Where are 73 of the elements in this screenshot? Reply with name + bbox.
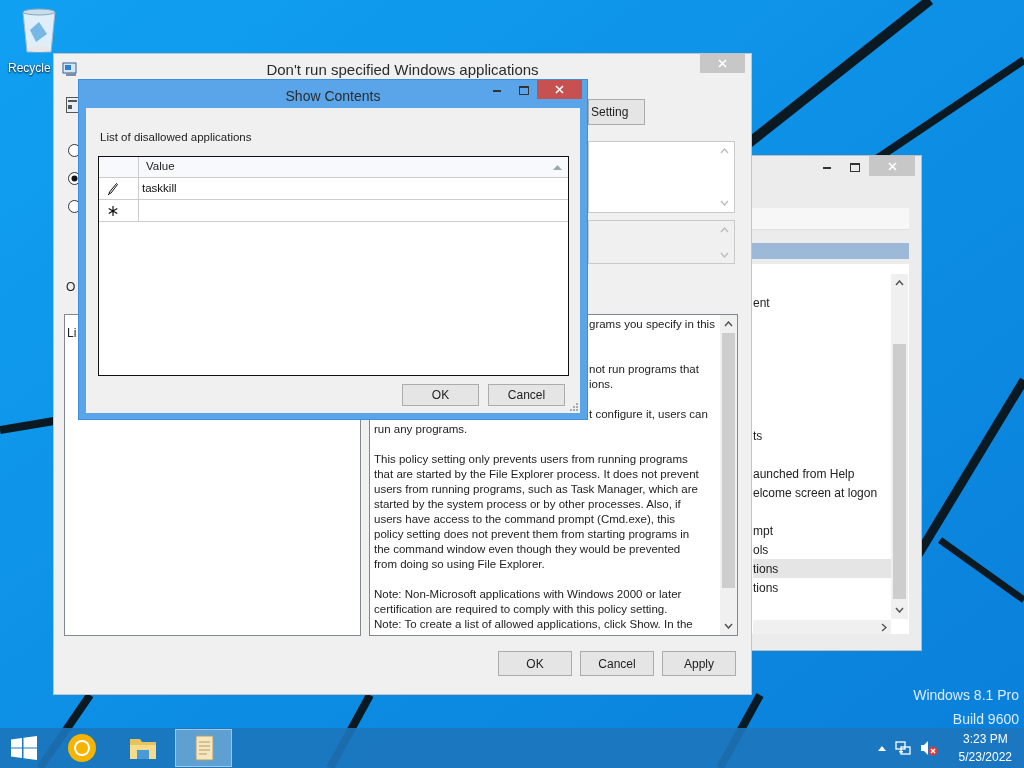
scrollbar-thumb[interactable] — [722, 333, 735, 588]
help-text-line: grams you specify in this — [589, 317, 715, 332]
close-button[interactable] — [537, 80, 582, 99]
minimize-icon — [823, 165, 831, 169]
list-row[interactable]: aunched from Help — [753, 464, 891, 483]
clock-time[interactable]: 3:23 PM — [962, 730, 1008, 748]
help-text-line: started by the system process or by other processes. Also, if — [374, 497, 681, 512]
dialog-button[interactable]: Cancel — [580, 651, 654, 676]
scroll-down-icon — [720, 252, 729, 258]
resize-grip-icon — [570, 403, 578, 411]
dialog-title: Show Contents — [284, 87, 382, 106]
help-text-line: policy setting does not prevent them from starting programs in — [374, 527, 690, 542]
minimize-icon — [492, 88, 501, 92]
show-hidden-icons-icon[interactable] — [877, 745, 886, 751]
dialog-button[interactable]: Cancel — [488, 384, 565, 406]
maximize-icon — [518, 85, 529, 95]
speaker-muted-icon[interactable] — [919, 740, 938, 756]
list-row[interactable]: elcome screen at logon — [753, 483, 891, 502]
list-row[interactable]: ts — [753, 426, 891, 445]
list-label: List of disallowed applications — [100, 130, 252, 145]
windows-logo-icon — [11, 736, 37, 760]
options-text: Li — [67, 325, 77, 342]
scroll-up-icon — [895, 280, 904, 286]
scroll-down-icon — [724, 623, 733, 629]
window-title: Don't run specified Windows applications — [265, 60, 540, 80]
help-text-line: certification are required to comply with this policy setting. — [374, 602, 668, 617]
close-icon — [555, 85, 564, 94]
asterisk-icon — [108, 205, 118, 216]
list-row[interactable]: ols — [753, 540, 891, 559]
browser-icon — [65, 732, 98, 764]
help-text-line: users from running programs, such as Task Manager, which are — [374, 482, 698, 497]
recycle-bin-label: Recycle — [8, 60, 51, 77]
pencil-icon — [108, 182, 118, 195]
sort-icon — [553, 164, 562, 170]
maximize-icon — [850, 162, 860, 172]
recycle-bin-icon[interactable] — [21, 8, 57, 54]
help-text-line: from doing so using File Explorer. — [374, 557, 545, 572]
help-text-line: Note: Non-Microsoft applications with Windows 2000 or later — [374, 587, 682, 602]
scroll-up-icon — [720, 227, 729, 233]
help-text-line: the command window even though they would be prevented — [374, 542, 681, 557]
windows-edition-text: Windows 8.1 Pro — [913, 686, 1019, 705]
comment-field[interactable] — [588, 141, 735, 213]
scroll-up-icon — [724, 321, 733, 327]
scroll-right-icon — [881, 623, 887, 632]
help-text-line: ions. — [589, 377, 614, 392]
dialog-button[interactable]: OK — [498, 651, 572, 676]
list-row[interactable]: tions — [753, 559, 891, 578]
build-number-text: Build 9600 — [952, 710, 1019, 729]
list-row[interactable]: mpt — [753, 521, 891, 540]
list-row[interactable]: tions — [753, 578, 891, 597]
help-text-line: not run programs that — [589, 362, 699, 377]
next-setting-button[interactable]: Setting — [588, 99, 645, 125]
help-text-line: Note: To create a list of allowed applications, click Show. In the — [374, 617, 693, 632]
scroll-down-icon — [720, 200, 729, 206]
help-text-line: run any programs. — [374, 422, 468, 437]
close-icon — [887, 161, 897, 171]
scroll-up-icon — [720, 148, 729, 154]
clock-date[interactable]: 5/23/2022 — [958, 748, 1012, 766]
column-header-text: Value — [146, 159, 175, 175]
close-icon — [718, 59, 727, 68]
scroll-down-icon — [895, 607, 904, 613]
help-text-line: that are started by the File Explorer process. It does not prevent — [374, 467, 699, 482]
help-text-line: users have access to the command prompt (Cmd.exe), this — [374, 512, 676, 527]
dialog-button[interactable]: Apply — [662, 651, 736, 676]
dialog-button[interactable]: OK — [402, 384, 479, 406]
policy-icon — [62, 61, 78, 77]
network-icon[interactable] — [894, 740, 911, 756]
scrollbar-thumb[interactable] — [893, 344, 906, 599]
value-cell[interactable]: taskkill — [139, 178, 568, 199]
help-text-line: t configure it, users can — [589, 407, 708, 422]
options-label: O — [66, 279, 76, 296]
help-text-line: This policy setting only prevents users from running programs — [374, 452, 688, 467]
list-row[interactable]: ent — [753, 293, 891, 312]
